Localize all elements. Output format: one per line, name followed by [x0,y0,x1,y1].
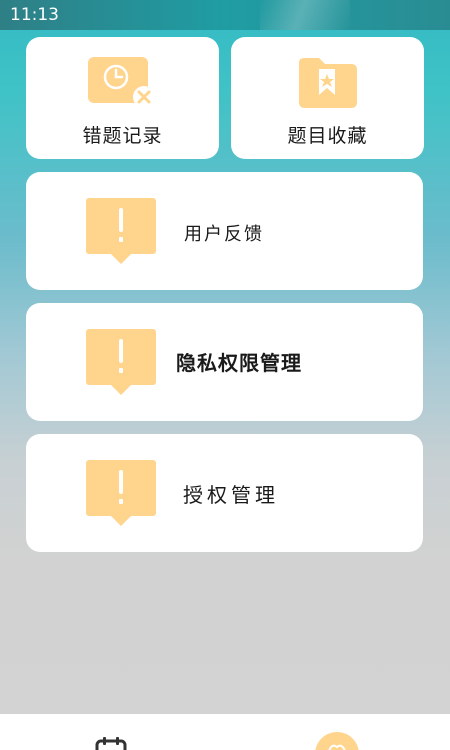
alert-bubble-icon [86,198,156,266]
user-feedback-row[interactable]: 用户反馈 [26,172,423,290]
favorites-label: 题目收藏 [287,125,368,147]
status-bar: 11:13 [0,0,450,30]
authorization-row[interactable]: 授权管理 [26,434,423,552]
bottom-nav [0,714,450,750]
wrong-records-card[interactable]: 错题记录 [26,37,219,159]
flower-icon[interactable] [314,731,360,750]
alert-bubble-icon [86,460,156,528]
privacy-permission-label: 隐私权限管理 [176,351,302,375]
alert-bubble-icon [86,329,156,397]
favorites-card[interactable]: 题目收藏 [231,37,424,159]
privacy-permission-row[interactable]: 隐私权限管理 [26,303,423,421]
status-time: 11:13 [10,5,59,25]
wrong-records-label: 错题记录 [82,125,163,147]
user-feedback-label: 用户反馈 [184,224,264,245]
authorization-label: 授权管理 [183,483,279,507]
folder-star-icon [297,55,359,111]
calendar-icon[interactable] [94,736,128,750]
clock-cross-icon [86,55,158,111]
status-bar-glare [260,0,350,30]
